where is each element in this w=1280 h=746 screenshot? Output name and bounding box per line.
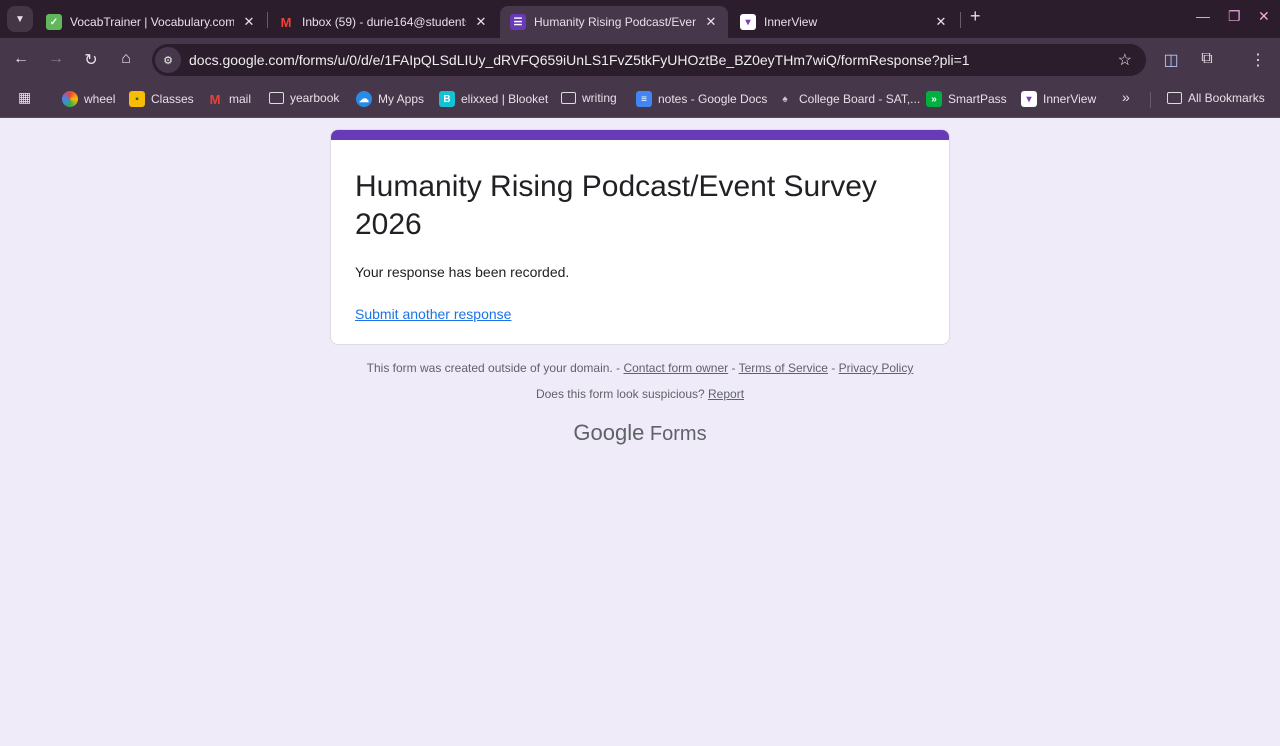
bookmark-notes[interactable]: ≡ notes - Google Docs — [636, 91, 767, 107]
bookmark-innerview[interactable]: ▾ InnerView — [1021, 91, 1096, 107]
innerview-icon: ▾ — [1021, 91, 1037, 107]
bookmark-writing[interactable]: writing — [561, 91, 617, 105]
tab-humanity-rising[interactable]: ☰ Humanity Rising Podcast/Event Survey ✕ — [500, 6, 728, 38]
reload-icon[interactable]: ↻ — [81, 50, 101, 70]
wheel-icon — [62, 91, 78, 107]
blooket-icon: B — [439, 91, 455, 107]
gmail-icon: M — [280, 14, 292, 30]
more-bookmarks-icon[interactable]: » — [1122, 89, 1130, 105]
form-title: Humanity Rising Podcast/Event Survey 202… — [355, 170, 877, 241]
tab-search-button[interactable]: ▼ — [7, 6, 33, 32]
tab-innerview[interactable]: ▾ InnerView ✕ — [730, 6, 958, 38]
home-icon[interactable]: ⌂ — [116, 50, 136, 68]
bookmark-wheel[interactable]: wheel — [62, 91, 115, 107]
innerview-icon: ▾ — [740, 14, 756, 30]
terms-link[interactable]: Terms of Service — [739, 361, 828, 375]
site-info-icon[interactable]: ⚙ — [155, 47, 181, 73]
google-forms-logo[interactable]: Google Forms — [0, 420, 1280, 446]
close-window-button[interactable]: ✕ — [1258, 8, 1270, 25]
forward-icon[interactable]: → — [46, 50, 66, 68]
all-bookmarks[interactable]: All Bookmarks — [1167, 91, 1265, 105]
url-text[interactable]: docs.google.com/forms/u/0/d/e/1FAIpQLSdL… — [189, 52, 970, 68]
bookmark-blooket[interactable]: Belixxed | Blooket — [439, 91, 548, 107]
address-bar[interactable]: ⚙ docs.google.com/forms/u/0/d/e/1FAIpQLS… — [152, 44, 1146, 76]
classroom-icon: ▪ — [129, 91, 145, 107]
menu-icon[interactable]: ⋮ — [1248, 50, 1268, 70]
bookmark-college-board[interactable]: ♠ College Board - SAT,... — [777, 91, 920, 107]
submit-another-response-link[interactable]: Submit another response — [355, 306, 925, 322]
close-tab-icon[interactable]: ✕ — [242, 14, 256, 30]
form-accent-bar — [331, 130, 949, 140]
close-tab-icon[interactable]: ✕ — [934, 14, 948, 30]
close-tab-icon[interactable]: ✕ — [704, 14, 718, 30]
folder-icon — [269, 92, 284, 104]
privacy-link[interactable]: Privacy Policy — [839, 361, 914, 375]
form-response-card: Humanity Rising Podcast/Event Survey 202… — [330, 129, 950, 345]
tab-strip: ▼ ✓ VocabTrainer | Vocabulary.com ✕ M In… — [0, 0, 1280, 38]
minimize-button[interactable]: — — [1196, 8, 1210, 24]
bookmark-mail[interactable]: Mmail — [207, 91, 251, 107]
folder-icon — [1167, 92, 1182, 104]
bookmark-classes[interactable]: ▪ Classes — [129, 91, 194, 107]
smartpass-icon: » — [926, 91, 942, 107]
new-tab-button[interactable]: + — [970, 6, 981, 27]
bookmark-star-icon[interactable]: ☆ — [1118, 50, 1132, 70]
tab-vocabtrainer[interactable]: ✓ VocabTrainer | Vocabulary.com ✕ — [36, 6, 266, 38]
extensions-icon[interactable]: ⧉ — [1197, 50, 1217, 68]
contact-owner-link[interactable]: Contact form owner — [623, 361, 728, 375]
bookmark-my-apps[interactable]: ☁ My Apps — [356, 91, 424, 107]
reading-mode-icon[interactable]: ◫ — [1161, 50, 1181, 70]
back-icon[interactable]: ← — [11, 50, 31, 68]
close-tab-icon[interactable]: ✕ — [474, 14, 488, 30]
folder-icon — [561, 92, 576, 104]
chevron-down-icon: ▼ — [15, 13, 25, 25]
vocab-check-icon: ✓ — [46, 14, 62, 30]
myapps-icon: ☁ — [356, 91, 372, 107]
confirmation-message: Your response has been recorded. — [355, 264, 570, 280]
acorn-icon: ♠ — [782, 93, 788, 105]
form-footer: This form was created outside of your do… — [366, 361, 914, 401]
toolbar: ← → ↻ ⌂ ⚙ docs.google.com/forms/u/0/d/e/… — [0, 38, 1280, 82]
bookmarks-bar: ▦ wheel ▪ Classes Mmail yearbook ☁ My Apps… — [0, 82, 1280, 118]
bookmark-yearbook[interactable]: yearbook — [269, 91, 339, 105]
bookmark-smartpass[interactable]: » SmartPass — [926, 91, 1007, 107]
report-link[interactable]: Report — [708, 387, 744, 401]
docs-icon: ≡ — [636, 91, 652, 107]
apps-grid-icon[interactable]: ▦ — [18, 89, 31, 106]
forms-icon: ☰ — [510, 14, 526, 30]
tab-inbox[interactable]: M Inbox (59) - durie164@students ✕ — [268, 6, 498, 38]
gmail-icon: M — [209, 91, 221, 107]
restore-button[interactable]: ❐ — [1228, 8, 1241, 25]
